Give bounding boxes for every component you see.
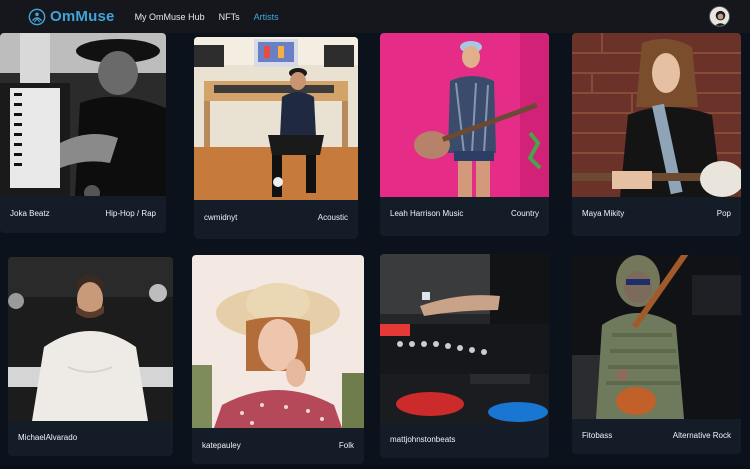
artist-card-maya-mikity[interactable]: Maya Mikity Pop <box>572 33 741 236</box>
ommuse-logo-icon <box>28 8 46 25</box>
artist-photo <box>192 255 364 428</box>
nav-item-artists[interactable]: Artists <box>254 12 279 22</box>
artist-name: mattjohnstonbeats <box>390 435 456 444</box>
user-avatar[interactable] <box>709 6 730 27</box>
artist-photo <box>8 257 173 421</box>
artist-card-cwmidnyt[interactable]: cwmidnyt Acoustic <box>194 37 358 239</box>
user-avatar-image <box>710 7 729 26</box>
artist-genre: Pop <box>716 209 731 218</box>
artist-card-katepauley[interactable]: katepauley Folk <box>192 255 364 464</box>
bottom-edge <box>0 465 750 469</box>
artist-genre: Country <box>510 209 539 218</box>
artist-name: Leah Harrison Music <box>390 209 464 218</box>
artist-name: Fitobass <box>582 431 613 440</box>
artist-name: Joka Beatz <box>10 209 50 218</box>
artist-genre: Acoustic <box>317 213 348 222</box>
artist-photo <box>380 33 549 197</box>
artist-name: katepauley <box>202 441 241 450</box>
brand-name: OmMuse <box>50 8 115 25</box>
artist-card-leah-harrison-music[interactable]: Leah Harrison Music Country <box>380 33 549 236</box>
artist-genre: Alternative Rock <box>672 431 731 440</box>
artist-card-joka-beatz[interactable]: Joka Beatz Hip-Hop / Rap <box>0 33 166 233</box>
artist-photo <box>380 254 549 424</box>
artist-name: cwmidnyt <box>204 213 238 222</box>
nav-item-my-ommuse-hub[interactable]: My OmMuse Hub <box>135 12 205 22</box>
artist-card-fitobass[interactable]: Fitobass Alternative Rock <box>572 255 741 454</box>
artist-photo <box>194 37 358 200</box>
artist-genre: Folk <box>338 441 354 450</box>
nav-item-nfts[interactable]: NFTs <box>219 12 240 22</box>
artist-genre: Hip-Hop / Rap <box>105 209 156 218</box>
artist-photo <box>572 255 741 419</box>
artist-name: Maya Mikity <box>582 209 625 218</box>
brand-logo-link[interactable]: OmMuse <box>28 8 115 26</box>
artist-name: MichaelAlvarado <box>18 433 78 442</box>
artist-card-mattjohnstonbeats[interactable]: mattjohnstonbeats <box>380 254 549 458</box>
artist-photo <box>0 33 166 196</box>
artist-card-michaelalvarado[interactable]: MichaelAlvarado <box>8 257 173 456</box>
top-navbar: OmMuse My OmMuse Hub NFTs Artists <box>0 0 750 33</box>
artist-photo <box>572 33 741 197</box>
nav-links: My OmMuse Hub NFTs Artists <box>135 12 293 22</box>
